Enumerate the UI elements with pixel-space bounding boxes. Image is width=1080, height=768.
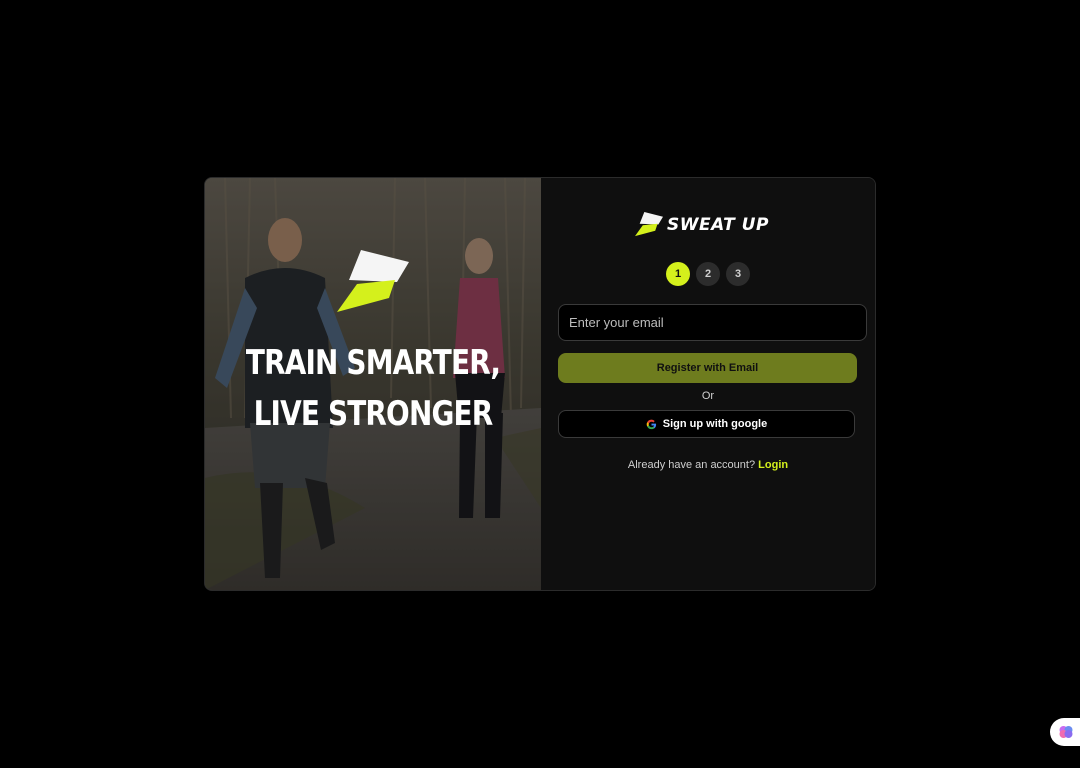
assistant-widget-button[interactable]	[1050, 718, 1080, 746]
brand-logo: SWEAT UP	[635, 212, 769, 237]
step-2: 2	[696, 262, 720, 286]
sweat-up-logo-icon	[337, 250, 409, 312]
google-icon	[646, 419, 656, 429]
login-link[interactable]: Login	[758, 459, 788, 471]
hero-headline-line2: LIVE STRONGER	[253, 394, 494, 434]
brand-name: SWEAT UP	[667, 214, 769, 235]
login-prompt: Already have an account? Login	[541, 459, 875, 471]
google-signup-button[interactable]: Sign up with google	[558, 410, 855, 438]
or-divider-text: Or	[701, 390, 715, 402]
step-3: 3	[726, 262, 750, 286]
brain-icon	[1059, 726, 1073, 738]
hero-headline-line1: TRAIN SMARTER,	[245, 343, 501, 383]
sweat-up-logo-icon	[635, 212, 663, 237]
step-indicator: 1 2 3	[666, 262, 750, 286]
signup-form-panel: SWEAT UP 1 2 3 Register with Email Or Si…	[541, 178, 875, 590]
signup-modal: TRAIN SMARTER, LIVE STRONGER SWEAT UP 1 …	[204, 177, 876, 591]
register-with-email-button[interactable]: Register with Email	[558, 353, 857, 383]
email-input[interactable]	[558, 304, 867, 341]
google-signup-label: Sign up with google	[662, 418, 768, 430]
hero-image-panel: TRAIN SMARTER, LIVE STRONGER	[205, 178, 541, 590]
step-1: 1	[666, 262, 690, 286]
hero-headline: TRAIN SMARTER, LIVE STRONGER	[235, 338, 511, 440]
account-prompt-text: Already have an account?	[627, 459, 756, 471]
